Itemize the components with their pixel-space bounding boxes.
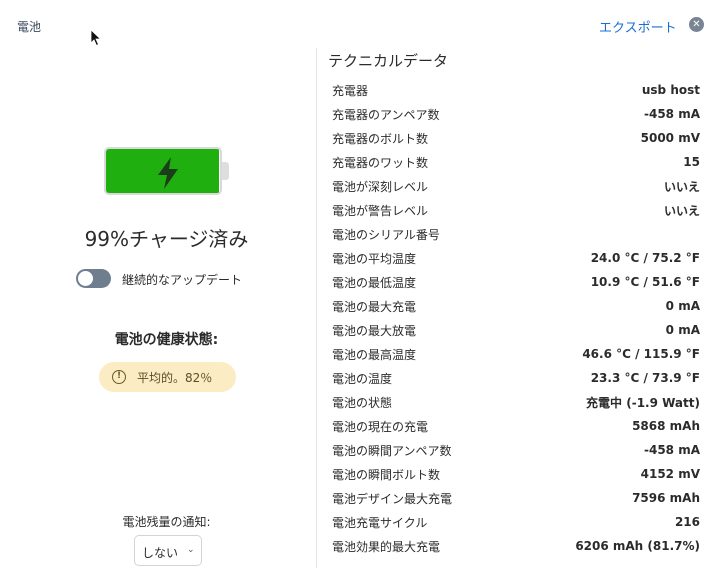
technical-data-label: 電池が深刻レベル (332, 179, 429, 194)
technical-data-label: 充電器 (332, 83, 369, 98)
technical-data-value: 0 mA (665, 299, 700, 313)
technical-data-row: 電池効果的最大充電 6206 mAh (81.7%) (332, 534, 700, 558)
technical-data-label: 電池の平均温度 (332, 251, 417, 266)
technical-data-value: 23.3 °C / 73.9 °F (590, 371, 700, 385)
technical-data-label: 電池デザイン最大充電 (332, 491, 453, 506)
battery-notification-select[interactable]: しない ⌄ (134, 535, 202, 566)
technical-data-label: 電池効果的最大充電 (332, 539, 441, 554)
technical-data-value: 4152 mV (640, 467, 700, 481)
warning-circle-icon: ! (112, 370, 126, 384)
technical-data-row: 電池充電サイクル 216 (332, 510, 700, 534)
technical-data-value: 充電中 (-1.9 Watt) (586, 395, 700, 410)
technical-data-label: 電池の現在の充電 (332, 419, 429, 434)
technical-data-value: いいえ (663, 179, 700, 194)
battery-terminal (222, 162, 229, 180)
technical-data-value: 10.9 °C / 51.6 °F (590, 275, 700, 289)
technical-data-row: 充電器のワット数 15 (332, 150, 700, 174)
technical-data-row: 充電器のボルト数 5000 mV (332, 126, 700, 150)
mouse-cursor-icon (90, 29, 102, 47)
technical-data-row: 電池の現在の充電 5868 mAh (332, 414, 700, 438)
technical-data-value: 5868 mAh (632, 419, 700, 433)
technical-data-label: 電池の最低温度 (332, 275, 417, 290)
technical-data-value: 0 mA (665, 323, 700, 337)
close-icon[interactable]: ✕ (689, 17, 704, 32)
technical-data-value: 5000 mV (640, 131, 700, 145)
technical-data-label: 電池の最大放電 (332, 323, 417, 338)
technical-data-row: 電池の瞬間アンペア数 -458 mA (332, 438, 700, 462)
technical-data-value: 46.6 °C / 115.9 °F (582, 347, 700, 361)
technical-data-label: 電池の最高温度 (332, 347, 417, 362)
toggle-knob (78, 271, 93, 286)
technical-data-label: 充電器のボルト数 (332, 131, 429, 146)
technical-data-label: 充電器のアンペア数 (332, 107, 440, 122)
notification-selected-value: しない (142, 546, 179, 560)
window-title: 電池 (17, 20, 42, 34)
technical-data-label: 電池の温度 (332, 371, 393, 386)
export-link[interactable]: エクスポート (599, 17, 677, 36)
panel-divider (316, 48, 317, 568)
auto-update-label: 継続的なアップデート (122, 273, 243, 287)
battery-graphic (104, 147, 231, 195)
technical-data-row: 充電器のアンペア数 -458 mA (332, 102, 700, 126)
technical-data-label: 電池が警告レベル (332, 203, 429, 218)
technical-data-value: 24.0 °C / 75.2 °F (590, 251, 700, 265)
technical-data-value: -458 mA (644, 107, 700, 121)
technical-data-label: 充電器のワット数 (332, 155, 429, 170)
technical-data-value: usb host (641, 83, 700, 97)
charge-status-text: 99%チャージ済み (84, 227, 249, 251)
technical-data-value: 216 (674, 515, 700, 529)
technical-data-label: 電池の状態 (332, 395, 393, 410)
technical-data-label: 電池の瞬間ボルト数 (332, 467, 441, 482)
battery-health-value: 平均的。82％ (137, 371, 213, 385)
technical-data-row: 電池の温度 23.3 °C / 73.9 °F (332, 366, 700, 390)
technical-data-list: 充電器 usb host 充電器のアンペア数 -458 mA 充電器のボルト数 5000 … (332, 78, 700, 558)
technical-data-row: 電池の瞬間ボルト数 4152 mV (332, 462, 700, 486)
auto-update-toggle[interactable] (76, 269, 111, 288)
technical-data-value: いいえ (663, 203, 700, 218)
battery-body (104, 147, 222, 195)
technical-data-row: 電池の最低温度 10.9 °C / 51.6 °F (332, 270, 700, 294)
technical-data-row: 電池のシリアル番号 (332, 222, 700, 246)
charging-bolt-icon (158, 157, 178, 189)
technical-data-row: 充電器 usb host (332, 78, 700, 102)
technical-data-value: 7596 mAh (632, 491, 700, 505)
technical-data-value: 6206 mAh (81.7%) (575, 539, 700, 553)
battery-notification-label: 電池残量の通知: (122, 515, 211, 529)
technical-data-label: 電池のシリアル番号 (332, 227, 440, 242)
technical-data-row: 電池デザイン最大充電 7596 mAh (332, 486, 700, 510)
technical-data-value: -458 mA (644, 443, 700, 457)
battery-health-badge: ! 平均的。82％ (99, 362, 236, 392)
chevron-down-icon: ⌄ (187, 545, 195, 555)
technical-data-row: 電池の平均温度 24.0 °C / 75.2 °F (332, 246, 700, 270)
technical-data-row: 電池の最大放電 0 mA (332, 318, 700, 342)
technical-data-label: 電池の最大充電 (332, 299, 417, 314)
technical-data-title: テクニカルデータ (328, 52, 449, 70)
battery-health-title: 電池の健康状態: (114, 332, 219, 348)
technical-data-label: 電池の瞬間アンペア数 (332, 443, 452, 458)
technical-data-row: 電池の最大充電 0 mA (332, 294, 700, 318)
technical-data-row: 電池の状態 充電中 (-1.9 Watt) (332, 390, 700, 414)
technical-data-row: 電池の最高温度 46.6 °C / 115.9 °F (332, 342, 700, 366)
technical-data-row: 電池が深刻レベル いいえ (332, 174, 700, 198)
technical-data-row: 電池が警告レベル いいえ (332, 198, 700, 222)
technical-data-label: 電池充電サイクル (332, 515, 428, 530)
technical-data-value: 15 (683, 155, 700, 169)
